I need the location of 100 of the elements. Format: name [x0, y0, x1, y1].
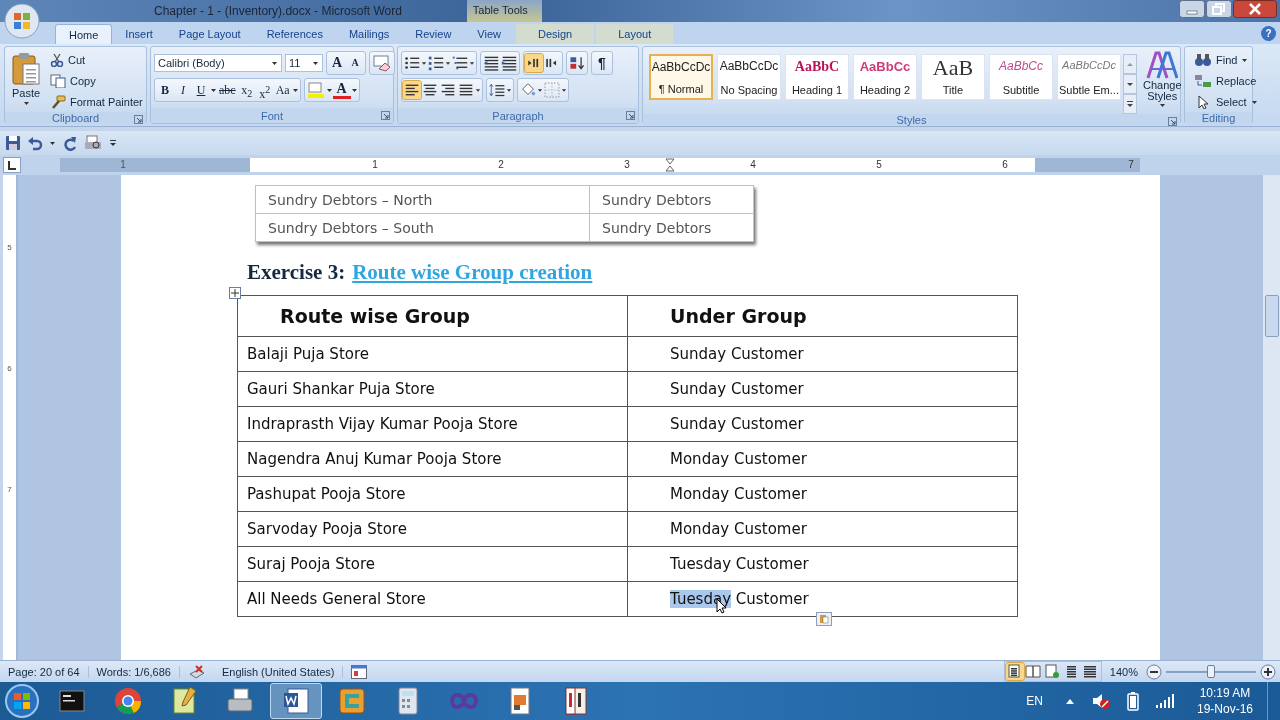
- ribbon-tab[interactable]: Design: [516, 24, 595, 44]
- contextual-tab-label: Table Tools: [466, 0, 542, 22]
- zoom-percentage[interactable]: 140%: [1109, 665, 1138, 678]
- clock-date[interactable]: 19-Nov-16: [1196, 701, 1253, 717]
- format-button[interactable]: B: [156, 80, 174, 100]
- table-move-handle-icon[interactable]: [229, 287, 241, 299]
- restore-button[interactable]: [1206, 0, 1232, 18]
- caret-icon: [22, 100, 30, 106]
- battery-icon[interactable]: [1126, 691, 1139, 711]
- print-preview-icon[interactable]: [84, 135, 102, 151]
- caret-icon: [1158, 102, 1166, 108]
- vertical-scrollbar[interactable]: [1262, 175, 1280, 660]
- game-tile-icon: [336, 685, 368, 717]
- format-button[interactable]: I: [174, 80, 192, 100]
- copy-icon: [50, 74, 66, 88]
- bullets-icon[interactable]: [403, 54, 421, 72]
- ribbon-tab[interactable]: Page Layout: [165, 24, 254, 44]
- scroll-down-icon[interactable]: [1123, 74, 1137, 94]
- format-button[interactable]: Aa: [273, 80, 292, 100]
- copy-button[interactable]: Copy: [48, 71, 145, 91]
- caret-icon: [312, 60, 319, 66]
- ribbon-tab[interactable]: Layout: [596, 24, 674, 44]
- zoom-out-button[interactable]: [1146, 663, 1162, 680]
- dialog-launcher-icon[interactable]: [381, 111, 390, 120]
- binoculars-icon: [1194, 53, 1212, 67]
- ribbon-tab[interactable]: View: [464, 24, 514, 44]
- numbering-icon[interactable]: [427, 54, 445, 72]
- group-label: Paragraph: [492, 109, 544, 122]
- clock-time[interactable]: 10:19 AM: [1199, 685, 1251, 701]
- proofing-icon[interactable]: [187, 663, 206, 680]
- format-button[interactable]: x$_{2}$: [237, 80, 256, 100]
- format-button[interactable]: x$^{2}$: [255, 80, 274, 100]
- ribbon-tab[interactable]: Mailings: [335, 24, 403, 44]
- taskbar-app-button[interactable]: [270, 683, 322, 719]
- font-color-button[interactable]: A: [332, 81, 351, 99]
- align-left-icon[interactable]: [403, 81, 421, 99]
- table-cell: Monday Customer: [627, 476, 1018, 512]
- style-item[interactable]: AaBbCcDc ¶ Normal: [649, 54, 713, 100]
- caret-icon: [421, 60, 427, 66]
- save-icon[interactable]: [5, 135, 21, 151]
- decrease-indent-icon[interactable]: [482, 54, 500, 72]
- show-hidden-icons-icon[interactable]: [1064, 697, 1075, 705]
- format-button[interactable]: abc: [217, 80, 238, 100]
- language-indicator[interactable]: English (United States): [213, 665, 344, 678]
- shrink-font-button[interactable]: A: [346, 53, 364, 73]
- caret-icon: [49, 140, 56, 146]
- ribbon-tab[interactable]: References: [253, 24, 336, 44]
- ribbon-tab[interactable]: Home: [55, 24, 113, 44]
- zoom-in-button[interactable]: [1260, 663, 1276, 680]
- tab-selector-icon[interactable]: [3, 157, 21, 173]
- slider-thumb[interactable]: [1207, 664, 1215, 678]
- ruler-number: 3: [624, 158, 630, 172]
- input-language-indicator[interactable]: EN: [1026, 694, 1043, 708]
- ruler-number: 5: [876, 158, 882, 172]
- view-web-icon[interactable]: [1043, 663, 1062, 680]
- format-button[interactable]: U: [192, 80, 210, 100]
- ribbon-tab[interactable]: Review: [402, 24, 465, 44]
- replace-button[interactable]: Replace: [1192, 71, 1260, 91]
- font-size-field[interactable]: 11: [285, 54, 323, 72]
- minimize-button[interactable]: [1179, 0, 1205, 18]
- undo-icon[interactable]: [27, 135, 43, 151]
- show-formatting-marks-button[interactable]: ¶: [593, 53, 611, 73]
- ribbon-tab[interactable]: Insert: [112, 24, 166, 44]
- increase-indent-icon[interactable]: [500, 54, 518, 72]
- left-to-right-icon[interactable]: [525, 54, 543, 72]
- style-item[interactable]: AaBbCc Heading 2: [853, 54, 917, 100]
- signal-bars-icon[interactable]: [1154, 693, 1175, 709]
- speaker-muted-icon[interactable]: [1090, 692, 1111, 710]
- ruler-number: 7: [7, 485, 12, 494]
- macro-record-icon[interactable]: [351, 664, 368, 679]
- paste-options-icon[interactable]: [816, 612, 832, 626]
- dialog-launcher-icon[interactable]: [134, 115, 143, 124]
- dialog-launcher-icon[interactable]: [1168, 117, 1177, 126]
- indent-marker-icon[interactable]: [665, 158, 675, 172]
- style-item[interactable]: AaBbCcDc Subtle Em...: [1057, 54, 1121, 100]
- change-styles-button[interactable]: Change Styles: [1140, 50, 1185, 108]
- multilevel-list-icon[interactable]: [451, 54, 469, 72]
- clipboard-icon: [11, 52, 41, 86]
- paste-button[interactable]: Paste: [8, 50, 44, 108]
- style-item[interactable]: AaBbCc Subtitle: [989, 54, 1053, 100]
- font-name-field[interactable]: Calibri (Body): [154, 54, 282, 72]
- dialog-launcher-icon[interactable]: [626, 111, 635, 120]
- view-print-icon[interactable]: [1005, 663, 1024, 680]
- start-button[interactable]: [2, 682, 42, 720]
- redo-icon[interactable]: [62, 135, 78, 151]
- grow-font-button[interactable]: A: [328, 53, 346, 73]
- cut-button[interactable]: Cut: [48, 50, 145, 70]
- close-button[interactable]: [1233, 0, 1277, 18]
- format-painter-button[interactable]: Format Painter: [48, 92, 145, 112]
- browser-icon: [112, 685, 144, 717]
- line-spacing-icon[interactable]: [488, 81, 506, 99]
- ruler-number: 1: [120, 158, 126, 172]
- find-button[interactable]: Find: [1192, 50, 1260, 70]
- style-item[interactable]: AaBbCcDc No Spacing: [717, 54, 781, 100]
- style-item[interactable]: AaB Title: [921, 54, 985, 100]
- help-button[interactable]: ?: [1261, 26, 1276, 41]
- select-button[interactable]: Select: [1192, 92, 1260, 112]
- gallery-more-icon[interactable]: [1123, 94, 1137, 114]
- style-item[interactable]: AaBbC Heading 1: [785, 54, 849, 100]
- view-reading-icon[interactable]: [1024, 663, 1043, 680]
